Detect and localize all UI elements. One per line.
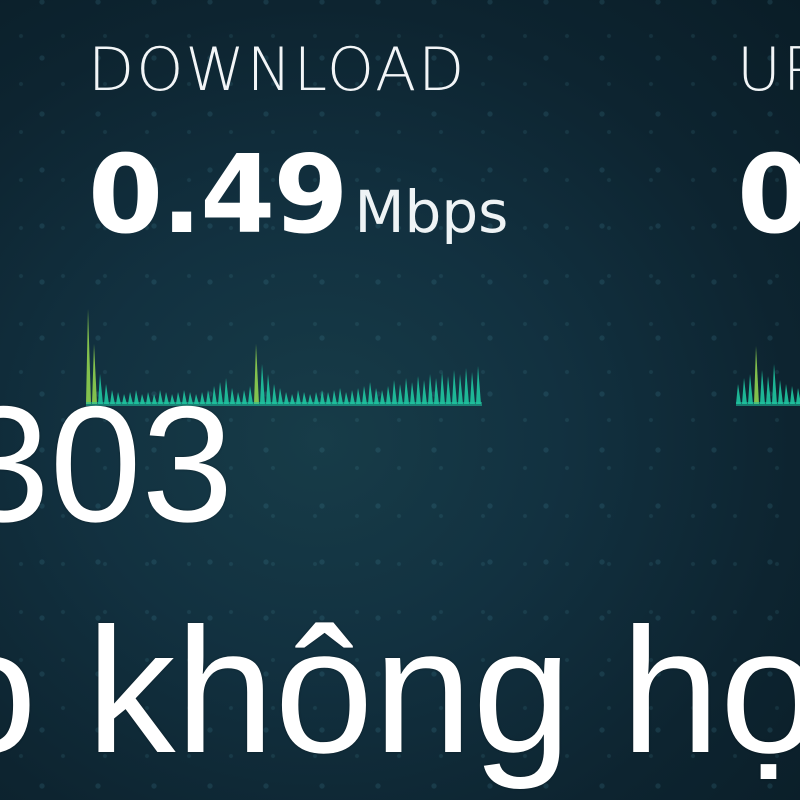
speed-graph-spike [446,376,451,404]
upload-metric: UP 0 [737,40,800,250]
upload-speed-graph [736,346,800,406]
speed-graph-spike [392,380,397,404]
upload-value-row: 0 [737,142,800,250]
speed-graph-spike [790,386,795,404]
speed-graph-spike [242,390,247,404]
speed-graph-spike [296,390,301,404]
overlay-caption-line2: o không họ [0,591,800,790]
speedtest-screen: DOWNLOAD 0.49Mbps UP 0 303 o không họ [0,0,800,800]
speed-graph-spike [416,376,421,404]
upload-label: UP [737,35,800,105]
speed-graph-spike [260,364,265,404]
speed-graph-spike [464,368,469,404]
speed-graph-spike [386,386,391,404]
speed-graph-spike [272,384,277,404]
speed-graph-spike [428,374,433,404]
speed-graph-spike [452,370,457,404]
speed-graph-spike [350,390,355,404]
speed-graph-spike [760,370,765,404]
speed-graph-spike [320,390,325,404]
speed-graph-spike [368,382,373,404]
download-unit: Mbps [354,178,509,246]
speed-graph-spike [338,388,343,404]
speed-graph-spike [458,374,463,404]
speed-graph-spike [440,372,445,404]
speed-graph-spike [332,390,337,404]
speed-graph-spike [422,380,427,404]
speed-graph-spike [266,374,271,404]
speed-graph-spike [766,376,771,404]
speed-graph-spike [754,346,759,404]
speed-graph-spike [778,380,783,404]
speed-graph-spike [278,388,283,404]
speed-graph-spike [796,388,800,404]
speed-graph-spike [476,366,481,404]
download-label: DOWNLOAD [88,35,467,105]
speed-graph-spike [784,384,789,404]
download-value-row: 0.49 Mbps [88,142,508,250]
speed-graph-spike [434,378,439,404]
speed-graph-spike [374,388,379,404]
download-metric: DOWNLOAD 0.49 Mbps [88,40,508,250]
speed-graph-baseline [736,402,800,406]
speed-graph-spike [748,374,753,404]
speed-graph-spike [742,378,747,404]
speed-graph-spike [398,384,403,404]
speed-graph-spike [404,378,409,404]
speed-graph-spike [380,390,385,404]
speed-graph-spike [470,372,475,404]
overlay-caption-line1: 303 [0,372,234,556]
download-value: 0.49 [88,133,348,258]
speed-graph-spike [736,384,741,404]
speed-graph-spike [772,364,777,404]
speed-graph-spike [356,388,361,404]
speed-graph-spike [248,386,253,404]
speed-graph-spike [254,344,259,404]
speed-graph-spike [410,382,415,404]
upload-value: 0 [737,133,800,258]
speed-graph-spike [362,386,367,404]
